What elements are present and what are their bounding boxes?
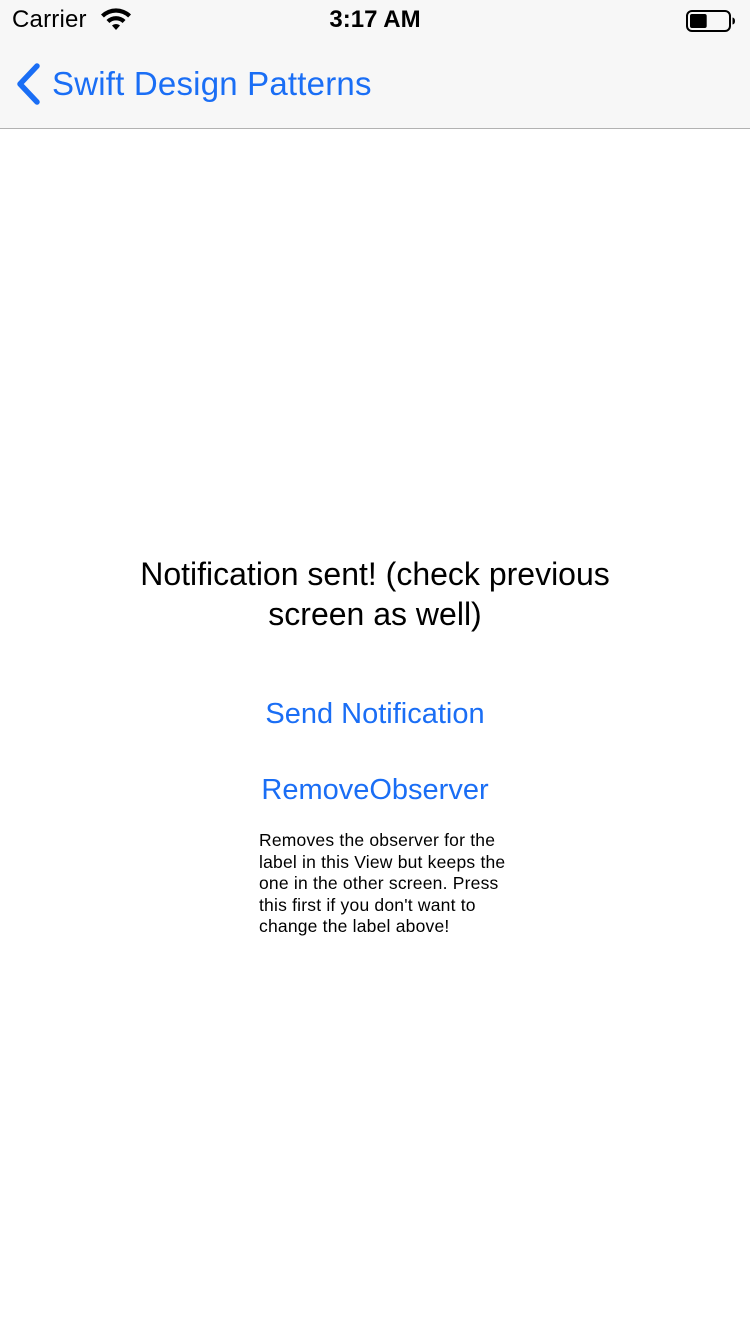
back-button-label: Swift Design Patterns	[52, 65, 372, 102]
chevron-left-icon	[17, 63, 40, 105]
send-notification-button[interactable]: Send Notification	[150, 698, 600, 731]
remove-observer-description: Removes the observer for the label in th…	[259, 830, 506, 936]
notification-status-label: Notification sent! (check previous scree…	[140, 556, 610, 632]
back-button[interactable]: Swift Design Patterns	[14, 60, 372, 108]
navigation-bar: Swift Design Patterns	[0, 40, 750, 129]
status-bar: Carrier 3:17 AM	[0, 0, 750, 40]
remove-observer-button[interactable]: RemoveObserver	[150, 774, 600, 807]
status-time: 3:17 AM	[329, 6, 421, 33]
battery-icon	[686, 10, 735, 32]
